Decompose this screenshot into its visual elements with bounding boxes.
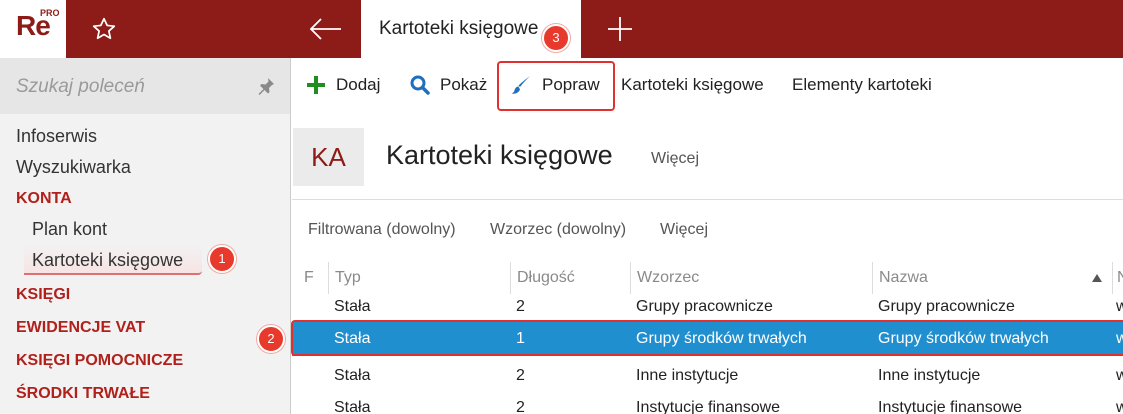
step-badge-3: 3 bbox=[542, 24, 570, 52]
logo-pro-label: PRO bbox=[40, 8, 60, 18]
header-more-link[interactable]: Więcej bbox=[651, 150, 699, 168]
cell-wzorzec: Instytucje finansowe bbox=[636, 399, 781, 414]
cell-extra: w bbox=[1116, 399, 1123, 414]
tab-label: Kartoteki księgowe bbox=[379, 18, 539, 39]
filter-wzorzec[interactable]: Wzorzec (dowolny) bbox=[490, 221, 626, 239]
command-search-input[interactable] bbox=[16, 72, 236, 102]
cell-nazwa: Instytucje finansowe bbox=[878, 399, 1023, 414]
new-tab-plus-icon[interactable] bbox=[600, 10, 640, 48]
plus-icon bbox=[307, 76, 325, 94]
step-badge-2: 2 bbox=[257, 325, 285, 353]
search-icon bbox=[410, 75, 430, 95]
cell-typ: Stała bbox=[334, 399, 371, 414]
command-toolbar: Dodaj Pokaż Popraw Kartoteki księgowe El… bbox=[292, 58, 1123, 112]
app-logo[interactable]: Re PRO bbox=[0, 0, 66, 58]
sidebar-section-srodki-trwale[interactable]: ŚRODKI TRWAŁE bbox=[16, 385, 150, 403]
table-row[interactable]: Stała 2 Grupy pracownicze Grupy pracowni… bbox=[292, 290, 1123, 324]
cell-wzorzec: Grupy pracownicze bbox=[636, 298, 773, 315]
filter-more[interactable]: Więcej bbox=[660, 221, 708, 239]
add-button[interactable]: Dodaj bbox=[306, 58, 380, 112]
favorites-star-icon[interactable] bbox=[88, 14, 120, 44]
pin-icon[interactable] bbox=[256, 76, 278, 98]
page-title: Kartoteki księgowe bbox=[386, 140, 613, 170]
cell-dlugosc: 2 bbox=[516, 367, 525, 384]
cell-dlugosc: 2 bbox=[516, 298, 525, 315]
sort-ascending-icon bbox=[1092, 274, 1102, 282]
show-button-label: Pokaż bbox=[440, 75, 488, 94]
module-badge: KA bbox=[293, 128, 364, 186]
cell-typ: Stała bbox=[334, 298, 371, 315]
cell-extra: w bbox=[1116, 367, 1123, 384]
back-arrow-icon[interactable] bbox=[300, 10, 350, 48]
sidebar-section-ksiegi[interactable]: KSIĘGI bbox=[16, 286, 70, 304]
sidebar-item-wyszukiwarka[interactable]: Wyszukiwarka bbox=[16, 157, 131, 178]
table-row[interactable]: Stała 2 Instytucje finansowe Instytucje … bbox=[292, 391, 1123, 414]
sidebar-section-konta[interactable]: KONTA bbox=[16, 190, 72, 208]
add-button-label: Dodaj bbox=[336, 75, 381, 94]
sidebar-section-ksiegi-pomocnicze[interactable]: KSIĘGI POMOCNICZE bbox=[16, 352, 183, 370]
cell-nazwa: Inne instytucje bbox=[878, 367, 981, 384]
sidebar: Infoserwis Wyszukiwarka KONTA Plan kont … bbox=[0, 58, 291, 414]
cell-extra: w bbox=[1116, 298, 1123, 315]
step-badge-1: 1 bbox=[208, 245, 236, 273]
sidebar-item-kartoteki-ksiegowe[interactable]: Kartoteki księgowe bbox=[24, 245, 202, 275]
header-divider bbox=[292, 199, 1123, 200]
cell-nazwa: Grupy pracownicze bbox=[878, 298, 1015, 315]
filter-filtrowana[interactable]: Filtrowana (dowolny) bbox=[308, 221, 456, 239]
cell-wzorzec: Inne instytucje bbox=[636, 367, 739, 384]
edit-button-highlight bbox=[497, 61, 615, 111]
sidebar-section-ewidencje-vat[interactable]: EWIDENCJE VAT bbox=[16, 319, 145, 337]
sidebar-item-infoserwis[interactable]: Infoserwis bbox=[16, 126, 97, 147]
selected-row-highlight bbox=[291, 320, 1123, 356]
show-button[interactable]: Pokaż bbox=[410, 58, 487, 112]
table-row[interactable]: Stała 2 Inne instytucje Inne instytucje … bbox=[292, 359, 1123, 393]
cell-dlugosc: 2 bbox=[516, 399, 525, 414]
records-button[interactable]: Kartoteki księgowe bbox=[621, 58, 764, 112]
cell-typ: Stała bbox=[334, 367, 371, 384]
sidebar-item-plan-kont[interactable]: Plan kont bbox=[32, 219, 107, 240]
command-search-area bbox=[0, 58, 290, 114]
elements-button[interactable]: Elementy kartoteki bbox=[792, 58, 932, 112]
